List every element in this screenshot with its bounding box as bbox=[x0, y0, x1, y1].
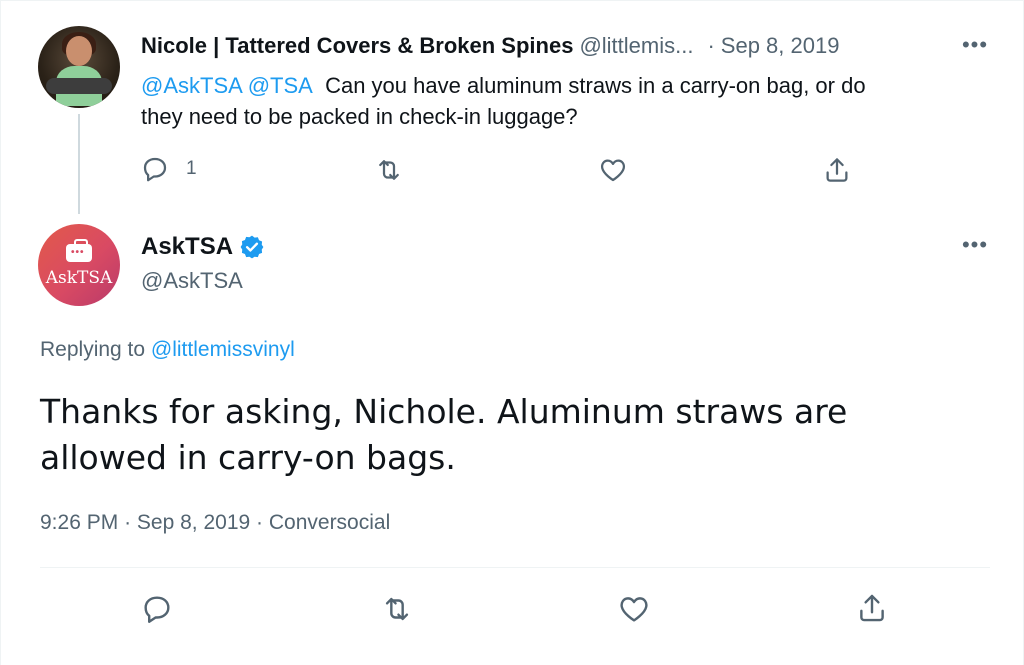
mention-link[interactable]: @AskTSA bbox=[141, 73, 242, 98]
reply-handle[interactable]: @AskTSA bbox=[141, 268, 243, 294]
header-separator: · bbox=[707, 33, 715, 58]
reply-icon bbox=[144, 596, 170, 623]
tweet-source[interactable]: Conversocial bbox=[269, 511, 390, 534]
parent-share-button[interactable] bbox=[822, 155, 852, 185]
avatar-logo-text: AskTSA bbox=[45, 268, 113, 288]
reply-tweet-text: Thanks for asking, Nichole. Aluminum str… bbox=[40, 392, 848, 477]
parent-avatar[interactable] bbox=[38, 26, 120, 108]
thread-connector-line bbox=[78, 114, 80, 214]
tweet-time[interactable]: 9:26 PM bbox=[40, 511, 118, 534]
share-icon bbox=[860, 594, 884, 622]
reply-button[interactable] bbox=[140, 592, 174, 626]
reply-more-icon[interactable]: ••• bbox=[958, 234, 992, 258]
divider bbox=[40, 567, 990, 568]
verified-badge-icon bbox=[240, 235, 264, 259]
replying-to: Replying to @littlemissvinyl bbox=[40, 338, 295, 362]
parent-handle[interactable]: @littlemis... bbox=[579, 33, 693, 59]
retweet-icon bbox=[385, 597, 409, 621]
parent-more-icon[interactable]: ••• bbox=[958, 34, 992, 58]
parent-text-line2: they need to be packed in check-in lugga… bbox=[141, 104, 578, 129]
reply-display-name-row: AskTSA bbox=[141, 233, 265, 261]
like-button[interactable] bbox=[617, 592, 651, 626]
replying-to-link[interactable]: @littlemissvinyl bbox=[151, 338, 295, 361]
parent-tweet-text: @AskTSA @TSA Can you have aluminum straw… bbox=[141, 70, 981, 132]
parent-like-button[interactable] bbox=[598, 155, 628, 185]
replying-prefix: Replying to bbox=[40, 338, 146, 361]
parent-tweet-header: Nicole | Tattered Covers & Broken Spines… bbox=[141, 33, 839, 59]
parent-display-name[interactable]: Nicole | Tattered Covers & Broken Spines bbox=[141, 33, 573, 59]
mention-link[interactable]: @TSA bbox=[248, 73, 313, 98]
tweet-date[interactable]: Sep 8, 2019 bbox=[137, 511, 250, 534]
reply-icon bbox=[143, 157, 167, 182]
share-button[interactable] bbox=[855, 591, 889, 625]
like-icon bbox=[600, 159, 626, 182]
parent-text-line1: Can you have aluminum straws in a carry-… bbox=[325, 73, 866, 98]
reply-display-name[interactable]: AskTSA bbox=[141, 233, 233, 261]
tweet-metadata: 9:26 PM · Sep 8, 2019 · Conversocial bbox=[40, 511, 390, 535]
parent-reply-button[interactable]: 1 bbox=[140, 154, 197, 184]
parent-timestamp[interactable]: Sep 8, 2019 bbox=[721, 33, 840, 59]
parent-retweet-button[interactable] bbox=[374, 155, 404, 185]
asktsa-avatar[interactable]: ••• AskTSA bbox=[38, 224, 120, 306]
like-icon bbox=[620, 597, 648, 622]
meta-separator: · bbox=[124, 511, 132, 534]
meta-separator: · bbox=[256, 511, 264, 534]
retweet-icon bbox=[379, 160, 399, 180]
reply-count: 1 bbox=[186, 158, 197, 179]
share-icon bbox=[826, 158, 848, 182]
retweet-button[interactable] bbox=[380, 592, 414, 626]
